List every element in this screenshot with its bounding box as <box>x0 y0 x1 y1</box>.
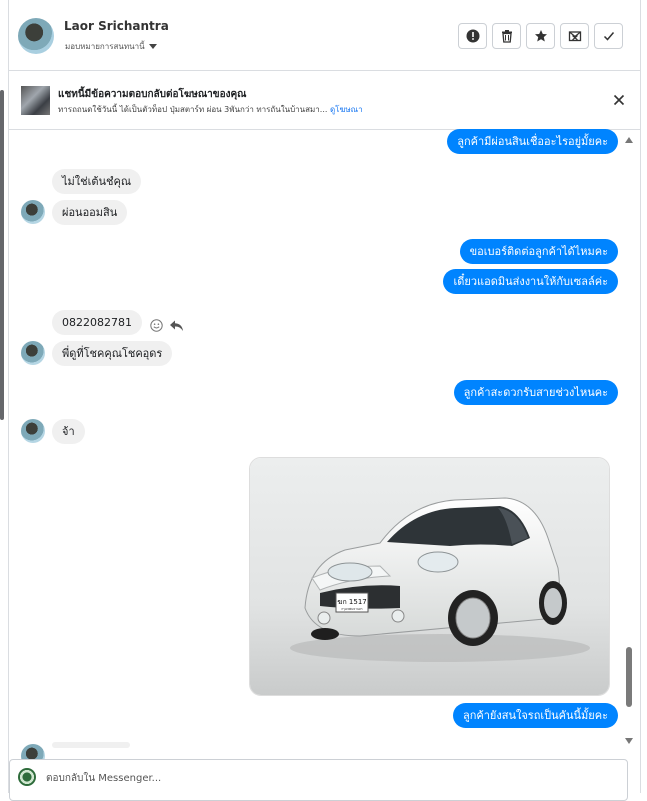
star-icon <box>534 30 547 42</box>
ad-banner-text: ทารถถนดใช้วันนี้ ได้เป็นตัวท็อป ปุ่มสตาร… <box>58 103 363 116</box>
message-outgoing[interactable]: เดี๋ยวแอดมินส่งงานให้กับเซลล์ค่ะ <box>443 269 618 294</box>
sender-avatar <box>21 200 45 224</box>
sender-avatar <box>21 341 45 365</box>
close-icon[interactable] <box>611 92 627 108</box>
reply-icon[interactable] <box>169 319 184 332</box>
star-button[interactable] <box>526 23 555 49</box>
header-actions <box>458 23 623 49</box>
car-photo: ฆก 1517 กรุงเทพมหานคร <box>250 458 609 695</box>
sender-avatar <box>21 419 45 443</box>
report-button[interactable] <box>458 23 487 49</box>
spam-button[interactable] <box>560 23 589 49</box>
ad-thumbnail[interactable] <box>21 86 50 115</box>
assign-label: มอบหมายการสนทนานี้ <box>65 42 145 51</box>
emoji-icon[interactable] <box>150 319 163 332</box>
conversation-header: Laor Srichantra มอบหมายการสนทนานี้ <box>9 0 640 71</box>
car-photo-attachment[interactable]: ฆก 1517 กรุงเทพมหานคร <box>249 457 610 696</box>
conversation-panel: Laor Srichantra มอบหมายการสนทนานี้ แชทนี… <box>8 0 641 793</box>
composer-placeholder: ตอบกลับใน Messenger... <box>46 773 162 784</box>
trash-icon <box>501 30 512 43</box>
message-incoming[interactable]: พี่ดูที่โชคคุณโชคอุดร <box>52 341 173 366</box>
contact-name[interactable]: Laor Srichantra <box>64 19 169 33</box>
contact-avatar[interactable] <box>18 18 54 54</box>
message-outgoing[interactable]: ลูกค้ามีผ่อนสินเชื่ออะไรอยู่มั้ยคะ <box>447 129 618 154</box>
delete-button[interactable] <box>492 23 521 49</box>
ad-snippet: ทารถถนดใช้วันนี้ ได้เป็นตัวท็อป ปุ่มสตาร… <box>58 105 328 114</box>
message-incoming-partial <box>52 742 130 748</box>
message-actions <box>150 319 184 332</box>
message-incoming[interactable]: จ้า <box>52 419 85 444</box>
ad-reply-banner: แชทนี้มีข้อความตอบกลับต่อโฆษณาของคุณ ทาร… <box>9 71 640 130</box>
mark-done-button[interactable] <box>594 23 623 49</box>
alert-icon <box>466 29 479 43</box>
assign-conversation-dropdown[interactable]: มอบหมายการสนทนานี้ <box>65 40 157 53</box>
chat-scrollbar-thumb[interactable] <box>626 647 632 707</box>
license-plate: ฆก 1517 <box>337 598 366 606</box>
message-outgoing[interactable]: ลูกค้าสะดวกรับสายช่วงไหนคะ <box>453 380 618 405</box>
scroll-down-icon[interactable] <box>625 738 633 744</box>
left-scrollbar[interactable] <box>0 90 4 420</box>
chevron-down-icon <box>148 44 157 49</box>
message-outgoing[interactable]: ลูกค้ายังสนใจรถเป็นคันนี้มั้ยคะ <box>453 703 618 728</box>
ad-banner-title: แชทนี้มีข้อความตอบกลับต่อโฆษณาของคุณ <box>58 89 247 100</box>
message-outgoing[interactable]: ขอเบอร์ติดต่อลูกค้าได้ไหมคะ <box>459 239 618 264</box>
message-incoming[interactable]: ไม่ใช่เต้นชํคุณ <box>52 169 142 194</box>
check-icon <box>603 32 614 41</box>
message-incoming[interactable]: ผ่อนออมสิน <box>52 200 128 225</box>
reply-composer[interactable]: ตอบกลับใน Messenger... <box>9 759 628 801</box>
message-incoming[interactable]: 0822082781 <box>52 310 142 335</box>
mail-x-icon <box>568 31 581 42</box>
page-avatar-icon <box>18 768 36 786</box>
scroll-up-icon[interactable] <box>625 137 633 143</box>
view-ad-link[interactable]: ดูโฆษณา <box>330 105 363 114</box>
